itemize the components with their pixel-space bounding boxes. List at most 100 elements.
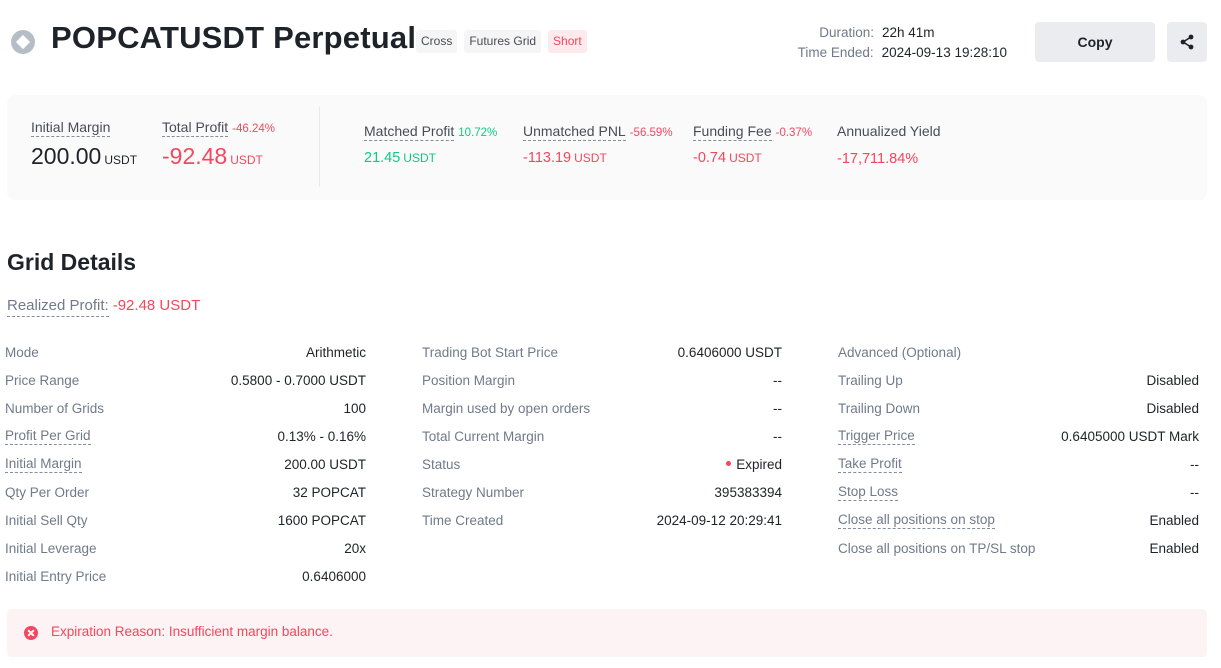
detail-row: Profit Per Grid 0.13% - 0.16%	[5, 422, 366, 450]
matched-profit-value: 21.45	[364, 150, 401, 166]
status-dot-icon	[726, 461, 732, 467]
detail-row: Trading Bot Start Price 0.6406000 USDT	[422, 338, 782, 366]
detail-key: Position Margin	[422, 372, 516, 388]
tag-short: Short	[548, 30, 587, 53]
funding-fee-label[interactable]: Funding Fee	[693, 123, 772, 141]
total-profit-label[interactable]: Total Profit	[162, 119, 229, 137]
funding-fee-value: -0.74	[693, 150, 727, 166]
detail-key: Trailing Down	[838, 400, 921, 416]
close-positions-on-stop-label[interactable]: Close all positions on stop	[838, 512, 995, 529]
initial-margin-unit: USDT	[104, 153, 138, 167]
annualized-yield-label: Annualized Yield	[837, 123, 941, 139]
detail-value: 1600 POPCAT	[277, 512, 366, 528]
detail-row: Trailing Down Disabled	[838, 394, 1199, 422]
detail-value: 0.6406000 USDT	[677, 344, 782, 360]
expiration-notice: Expiration Reason: Insufficient margin b…	[7, 609, 1207, 657]
detail-value: 0.13% - 0.16%	[277, 428, 366, 444]
total-profit-unit: USDT	[230, 153, 263, 167]
matched-profit-label[interactable]: Matched Profit	[364, 123, 455, 141]
advanced-heading: Advanced (Optional)	[838, 344, 962, 360]
tag-list: Cross Futures Grid Short	[416, 30, 587, 53]
detail-row: Mode Arithmetic	[5, 338, 366, 366]
detail-row: Close all positions on stop Enabled	[838, 506, 1199, 534]
page-header: POPCATUSDT Perpetual Cross Futures Grid …	[0, 0, 1221, 86]
detail-value: Enabled	[1149, 540, 1199, 556]
error-icon	[24, 626, 38, 640]
initial-margin-value: 200.00	[31, 143, 102, 169]
detail-key: Close all positions on TP/SL stop	[838, 540, 1036, 556]
detail-row: Price Range 0.5800 - 0.7000 USDT	[5, 366, 366, 394]
matched-profit-pct: 10.72%	[458, 127, 498, 139]
detail-value: 200.00 USDT	[284, 456, 366, 472]
realized-profit: Realized Profit: -92.48 USDT	[7, 297, 201, 317]
page-title: POPCATUSDT Perpetual	[51, 20, 417, 55]
time-ended-value: 2024-09-13 19:28:10	[881, 45, 1007, 60]
detail-value: Arithmetic	[305, 344, 366, 360]
total-profit-value: -92.48	[162, 143, 228, 169]
detail-row: Total Current Margin --	[422, 422, 782, 450]
annualized-yield-value: -17,711.84%	[837, 151, 919, 167]
detail-value: --	[1190, 484, 1199, 500]
detail-row: Initial Entry Price 0.6406000	[5, 562, 366, 590]
detail-key: Initial Sell Qty	[5, 512, 88, 528]
detail-value: 0.6405000 USDT Mark	[1061, 428, 1199, 444]
detail-key: Total Current Margin	[422, 428, 545, 444]
duration-value: 22h 41m	[882, 25, 935, 40]
detail-value: --	[1190, 456, 1199, 472]
unmatched-pnl-value: -113.19	[523, 150, 572, 166]
metric-funding-fee: Funding Fee -0.37% -0.74 USDT	[693, 123, 812, 167]
share-icon	[1180, 34, 1194, 50]
share-button[interactable]	[1167, 22, 1207, 62]
stop-loss-label[interactable]: Stop Loss	[838, 484, 899, 501]
detail-key: Margin used by open orders	[422, 400, 591, 416]
initial-margin-label[interactable]: Initial Margin	[31, 119, 111, 137]
detail-key: Mode	[5, 344, 39, 360]
detail-value: 20x	[344, 540, 366, 556]
detail-key: Number of Grids	[5, 400, 105, 416]
detail-row: Initial Sell Qty 1600 POPCAT	[5, 506, 366, 534]
detail-row: Margin used by open orders --	[422, 394, 782, 422]
detail-value: 0.6406000	[302, 568, 366, 584]
detail-row: Trailing Up Disabled	[838, 366, 1199, 394]
detail-value: 395383394	[714, 484, 782, 500]
realized-profit-value: -92.48 USDT	[112, 297, 201, 314]
coin-icon	[11, 30, 35, 54]
status-value: Expired	[736, 456, 782, 472]
total-profit-pct: -46.24%	[232, 123, 275, 135]
detail-row: Status Expired	[422, 450, 782, 478]
initial-margin-detail-label[interactable]: Initial Margin	[5, 456, 82, 473]
realized-profit-label[interactable]: Realized Profit:	[7, 297, 109, 317]
duration-label: Duration:	[819, 25, 874, 40]
details-column-3: Advanced (Optional) Trailing Up Disabled …	[838, 338, 1199, 562]
time-ended-label: Time Ended:	[797, 45, 874, 60]
expiration-reason-text: Expiration Reason: Insufficient margin b…	[51, 624, 333, 639]
detail-row: Position Margin --	[422, 366, 782, 394]
trigger-price-label[interactable]: Trigger Price	[838, 428, 915, 445]
details-column-1: Mode Arithmetic Price Range 0.5800 - 0.700…	[5, 338, 366, 590]
metric-annualized-yield: Annualized Yield -17,711.84%	[837, 123, 941, 168]
detail-value: --	[773, 428, 782, 444]
detail-row: Qty Per Order 32 POPCAT	[5, 478, 366, 506]
detail-row: Initial Leverage 20x	[5, 534, 366, 562]
funding-fee-pct: -0.37%	[775, 127, 813, 139]
tag-cross: Cross	[416, 30, 458, 53]
detail-key: Initial Entry Price	[5, 568, 107, 584]
detail-key: Qty Per Order	[5, 484, 90, 500]
summary-divider	[319, 107, 320, 187]
detail-key: Status	[422, 456, 461, 472]
detail-row: Strategy Number 395383394	[422, 478, 782, 506]
profit-per-grid-label[interactable]: Profit Per Grid	[5, 428, 91, 445]
take-profit-label[interactable]: Take Profit	[838, 456, 902, 473]
detail-row: Initial Margin 200.00 USDT	[5, 450, 366, 478]
detail-key: Initial Leverage	[5, 540, 97, 556]
matched-profit-unit: USDT	[403, 151, 436, 165]
detail-row: Take Profit --	[838, 450, 1199, 478]
copy-button[interactable]: Copy	[1035, 22, 1155, 62]
detail-key: Trading Bot Start Price	[422, 344, 559, 360]
detail-value: Enabled	[1149, 512, 1199, 528]
detail-row: Time Created 2024-09-12 20:29:41	[422, 506, 782, 534]
detail-key: Price Range	[5, 372, 80, 388]
metric-matched-profit: Matched Profit 10.72% 21.45 USDT	[364, 123, 497, 167]
unmatched-pnl-label[interactable]: Unmatched PNL	[523, 123, 626, 141]
details-column-2: Trading Bot Start Price 0.6406000 USDT Po…	[422, 338, 782, 534]
